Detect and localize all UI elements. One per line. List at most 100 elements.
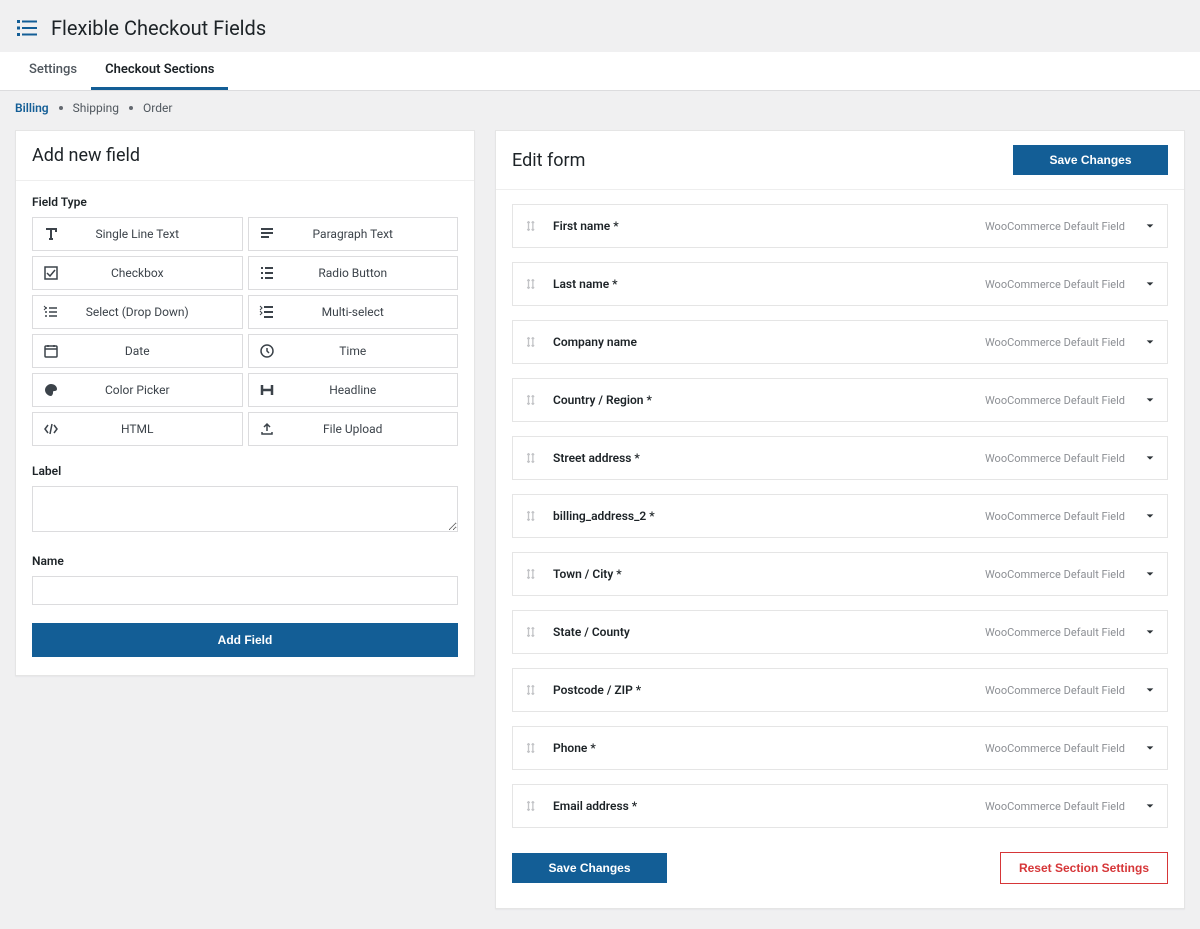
default-field-badge: WooCommerce Default Field: [985, 452, 1125, 465]
field-type-single-line-text[interactable]: Single Line Text: [32, 217, 243, 251]
time-icon: [259, 343, 275, 359]
field-label: Email address *: [553, 799, 985, 813]
edit-field-list: First name *WooCommerce Default FieldLas…: [512, 204, 1168, 828]
drag-handle-icon[interactable]: [525, 277, 539, 291]
drag-handle-icon[interactable]: [525, 625, 539, 639]
subnav-separator: [59, 106, 63, 110]
field-label: Last name *: [553, 277, 985, 291]
chevron-down-icon: [1145, 453, 1155, 463]
reset-section-button[interactable]: Reset Section Settings: [1000, 852, 1168, 884]
drag-handle-icon[interactable]: [525, 799, 539, 813]
name-input[interactable]: [32, 576, 458, 605]
default-field-badge: WooCommerce Default Field: [985, 626, 1125, 639]
drag-handle-icon[interactable]: [525, 741, 539, 755]
drag-handle-icon[interactable]: [525, 335, 539, 349]
field-type-multi-select[interactable]: Multi-select: [248, 295, 459, 329]
drag-handle-icon[interactable]: [525, 567, 539, 581]
field-row[interactable]: Email address *WooCommerce Default Field: [512, 784, 1168, 828]
chevron-down-icon: [1145, 569, 1155, 579]
field-row[interactable]: Company nameWooCommerce Default Field: [512, 320, 1168, 364]
chevron-down-icon: [1145, 221, 1155, 231]
page-title: Flexible Checkout Fields: [51, 16, 266, 40]
field-type-label: Field Type: [32, 195, 458, 209]
chevron-down-icon: [1145, 511, 1155, 521]
field-type-label: File Upload: [323, 422, 382, 436]
edit-form-panel: Edit form Save Changes First name *WooCo…: [495, 130, 1185, 909]
field-type-label: Select (Drop Down): [86, 305, 189, 319]
field-label: First name *: [553, 219, 985, 233]
field-type-time[interactable]: Time: [248, 334, 459, 368]
edit-form-title: Edit form: [512, 150, 585, 171]
app-icon: [15, 16, 39, 40]
default-field-badge: WooCommerce Default Field: [985, 742, 1125, 755]
field-type-headline[interactable]: Headline: [248, 373, 459, 407]
field-row[interactable]: Postcode / ZIP *WooCommerce Default Fiel…: [512, 668, 1168, 712]
field-type-label: Date: [125, 344, 150, 358]
field-row[interactable]: Town / City *WooCommerce Default Field: [512, 552, 1168, 596]
drag-handle-icon[interactable]: [525, 451, 539, 465]
headline-icon: [259, 382, 275, 398]
field-type-paragraph-text[interactable]: Paragraph Text: [248, 217, 459, 251]
chevron-down-icon: [1145, 743, 1155, 753]
field-type-html[interactable]: HTML: [32, 412, 243, 446]
field-label: Company name: [553, 335, 985, 349]
paragraph-icon: [259, 226, 275, 242]
label-label: Label: [32, 464, 458, 478]
date-icon: [43, 343, 59, 359]
field-type-label: Time: [339, 344, 366, 358]
select-icon: [43, 304, 59, 320]
label-input[interactable]: [32, 486, 458, 532]
tab-checkout-sections[interactable]: Checkout Sections: [91, 52, 228, 90]
field-row[interactable]: Street address *WooCommerce Default Fiel…: [512, 436, 1168, 480]
field-row[interactable]: Country / Region *WooCommerce Default Fi…: [512, 378, 1168, 422]
name-label: Name: [32, 554, 458, 568]
subnav-shipping[interactable]: Shipping: [73, 101, 119, 115]
multiselect-icon: [259, 304, 275, 320]
add-field-panel: Add new field Field Type Single Line Tex…: [15, 130, 475, 676]
radio-icon: [259, 265, 275, 281]
field-type-file-upload[interactable]: File Upload: [248, 412, 459, 446]
html-icon: [43, 421, 59, 437]
save-changes-bottom-button[interactable]: Save Changes: [512, 853, 667, 883]
default-field-badge: WooCommerce Default Field: [985, 336, 1125, 349]
default-field-badge: WooCommerce Default Field: [985, 800, 1125, 813]
save-changes-top-button[interactable]: Save Changes: [1013, 145, 1168, 175]
drag-handle-icon[interactable]: [525, 683, 539, 697]
drag-handle-icon[interactable]: [525, 509, 539, 523]
default-field-badge: WooCommerce Default Field: [985, 510, 1125, 523]
subnav-billing[interactable]: Billing: [15, 101, 49, 115]
section-subnav: Billing Shipping Order: [0, 101, 1200, 130]
field-type-select-drop-down-[interactable]: Select (Drop Down): [32, 295, 243, 329]
field-type-date[interactable]: Date: [32, 334, 243, 368]
subnav-order[interactable]: Order: [143, 101, 172, 115]
field-label: State / County: [553, 625, 985, 639]
page-header: Flexible Checkout Fields: [0, 0, 1200, 52]
default-field-badge: WooCommerce Default Field: [985, 278, 1125, 291]
text-icon: [43, 226, 59, 242]
field-label: Street address *: [553, 451, 985, 465]
field-type-label: Paragraph Text: [313, 227, 393, 241]
field-type-color-picker[interactable]: Color Picker: [32, 373, 243, 407]
chevron-down-icon: [1145, 337, 1155, 347]
field-type-label: Headline: [329, 383, 376, 397]
field-type-label: Radio Button: [318, 266, 387, 280]
field-label: Postcode / ZIP *: [553, 683, 985, 697]
field-type-radio-button[interactable]: Radio Button: [248, 256, 459, 290]
chevron-down-icon: [1145, 627, 1155, 637]
field-row[interactable]: State / CountyWooCommerce Default Field: [512, 610, 1168, 654]
field-type-label: HTML: [121, 422, 154, 436]
field-row[interactable]: Phone *WooCommerce Default Field: [512, 726, 1168, 770]
field-label: Phone *: [553, 741, 985, 755]
field-type-label: Checkbox: [111, 266, 164, 280]
field-row[interactable]: Last name *WooCommerce Default Field: [512, 262, 1168, 306]
chevron-down-icon: [1145, 279, 1155, 289]
drag-handle-icon[interactable]: [525, 393, 539, 407]
field-type-checkbox[interactable]: Checkbox: [32, 256, 243, 290]
field-type-grid: Single Line Text Paragraph Text Checkbox Ra…: [32, 217, 458, 446]
drag-handle-icon[interactable]: [525, 219, 539, 233]
field-row[interactable]: First name *WooCommerce Default Field: [512, 204, 1168, 248]
add-field-button[interactable]: Add Field: [32, 623, 458, 657]
field-label: Town / City *: [553, 567, 985, 581]
field-row[interactable]: billing_address_2 *WooCommerce Default F…: [512, 494, 1168, 538]
tab-settings[interactable]: Settings: [15, 52, 91, 90]
